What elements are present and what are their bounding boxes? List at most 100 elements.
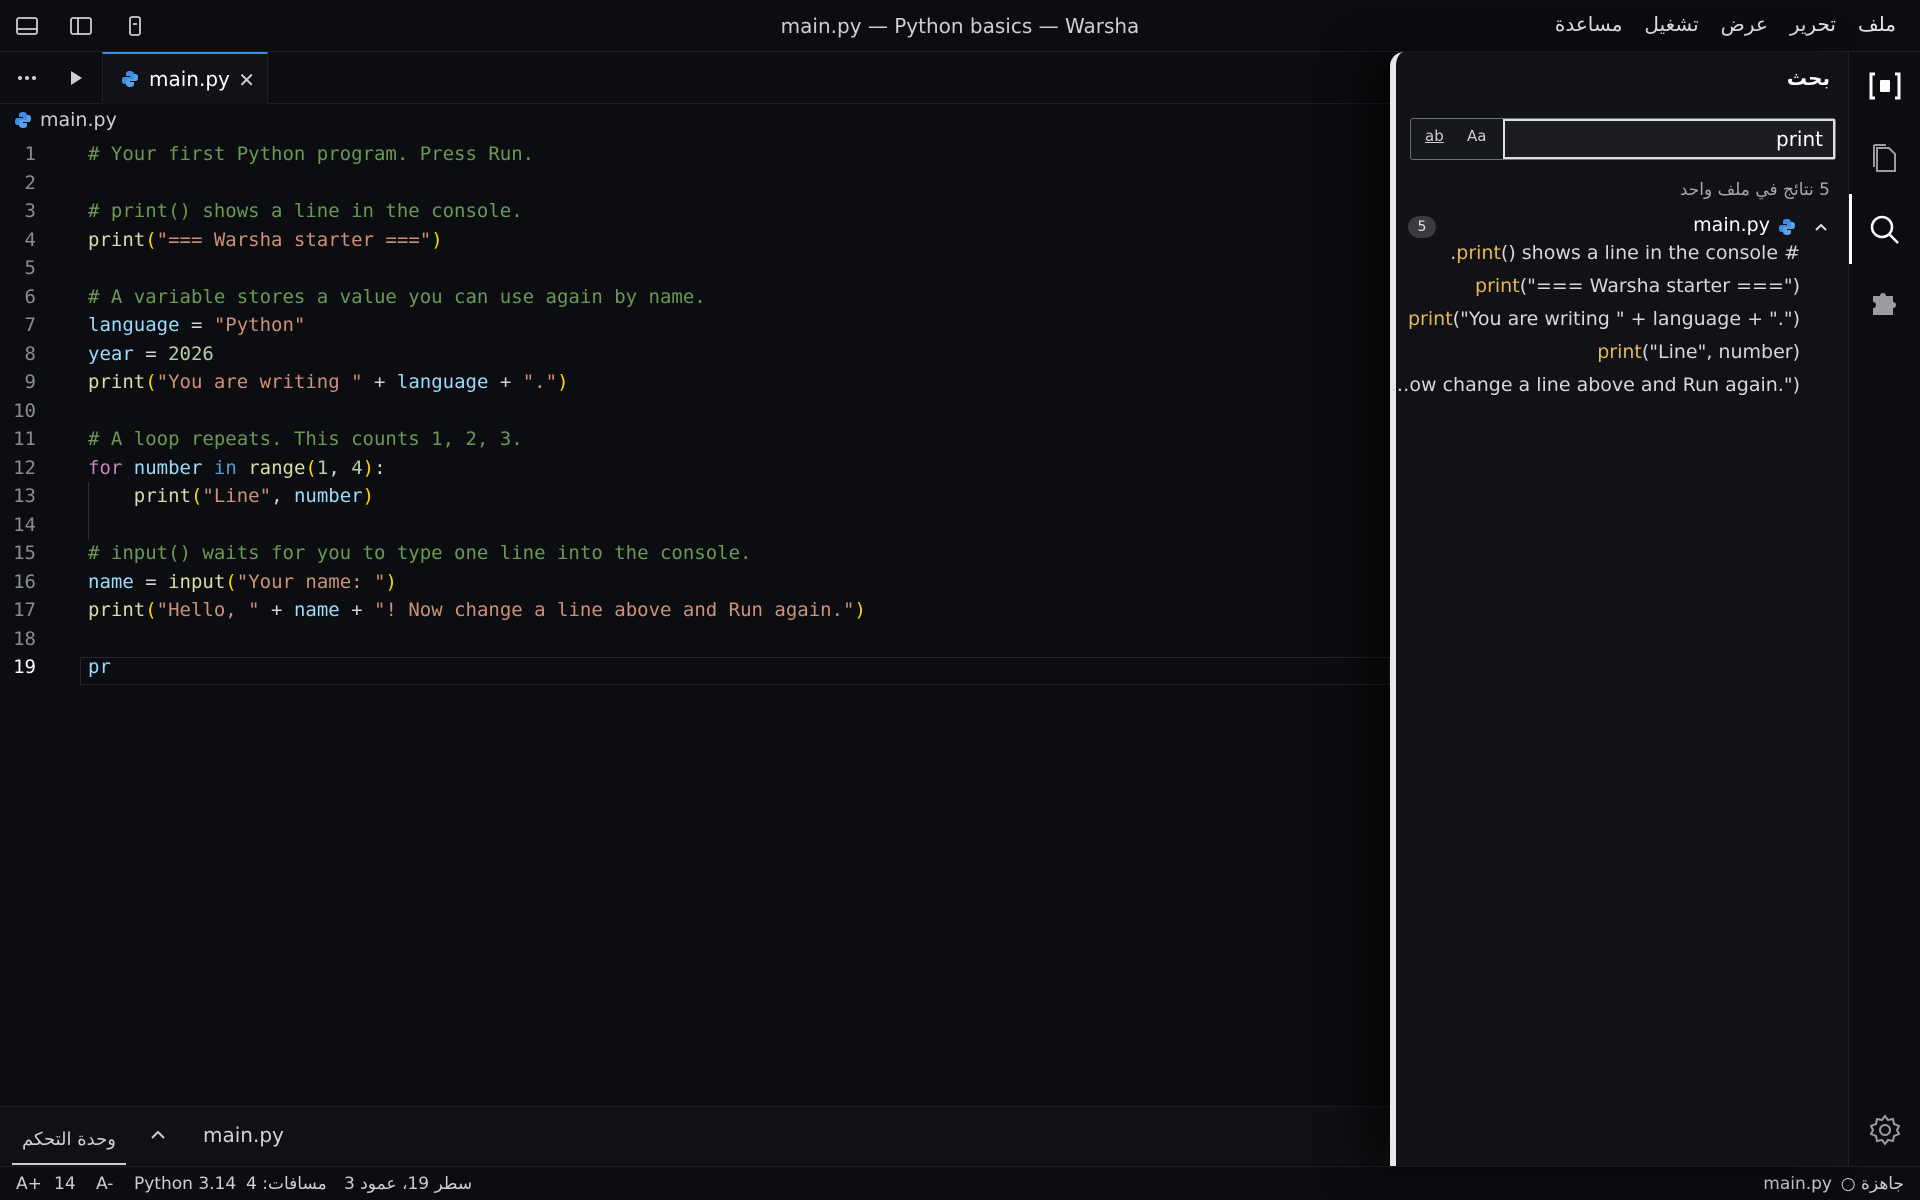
tab-main-py[interactable]: main.py ✕	[102, 52, 268, 104]
menu-help[interactable]: مساعدة	[1555, 12, 1623, 36]
result-match: print	[1597, 341, 1642, 363]
files-icon[interactable]	[1867, 140, 1903, 176]
code-line[interactable]: 13 print("Line", number)	[0, 482, 1390, 511]
warsha-logo-icon[interactable]	[1867, 68, 1903, 104]
font-decrease-button[interactable]: A-	[96, 1174, 113, 1194]
code-line[interactable]: 11 # A loop repeats. This counts 1, 2, 3.	[0, 425, 1390, 454]
code-token: print	[88, 228, 146, 251]
bottom-panel-bar: وحدة التحكم main.py	[0, 1106, 1390, 1165]
whole-word-toggle[interactable]: ab	[1425, 127, 1444, 145]
cursor-position[interactable]: سطر 19، عمود 3	[344, 1174, 472, 1194]
menu-view[interactable]: عرض	[1721, 12, 1768, 36]
code-line[interactable]: 14	[0, 511, 1390, 540]
close-icon[interactable]: ✕	[238, 68, 255, 92]
tab-console[interactable]: وحدة التحكم	[12, 1121, 126, 1165]
python-file-icon	[15, 112, 31, 128]
code-token: # A loop repeats. This counts 1, 2, 3.	[88, 428, 523, 450]
code-line[interactable]: 6 # A variable stores a value you can use…	[0, 283, 1390, 312]
code-line[interactable]: 7 language = "Python"	[0, 311, 1390, 340]
search-result-item[interactable]: …ow change a line above and Run again.")	[1390, 374, 1800, 396]
language-indicator[interactable]: Python 3.14	[134, 1174, 236, 1194]
code-token: "Your name: "	[236, 570, 386, 593]
code-token: # print() shows a line in the console.	[88, 200, 523, 222]
search-input[interactable]	[1503, 119, 1835, 159]
breadcrumb-file[interactable]: main.py	[40, 109, 117, 131]
result-file-row[interactable]: 5 main.py	[1408, 212, 1834, 242]
search-title: بحث	[1786, 66, 1830, 90]
code-line[interactable]: 9 print("You are writing " + language + "…	[0, 368, 1390, 397]
code-token: # input() waits for you to type one line…	[88, 542, 752, 564]
result-context: ow change a line above and Run again.")	[1409, 374, 1800, 396]
code-line[interactable]: 19 pr	[0, 653, 1390, 682]
line-number: 8	[24, 342, 36, 365]
code-line[interactable]: 1 # Your first Python program. Press Run.	[0, 140, 1390, 169]
code-token: (	[305, 456, 317, 479]
code-line[interactable]: 5	[0, 254, 1390, 283]
line-text: pr	[88, 653, 111, 682]
result-context: () shows a line in the console #	[1500, 242, 1800, 264]
search-panel: بحث ab Aa 5 نتائج في ملف واحد 5 main.py …	[1390, 52, 1848, 1166]
line-number: 7	[24, 314, 36, 336]
chevron-up-icon[interactable]	[1812, 218, 1830, 236]
font-increase-button[interactable]: A+	[16, 1174, 42, 1194]
code-line[interactable]: 12 for number in range(1, 4):	[0, 454, 1390, 483]
search-result-item[interactable]: print("You are writing " + language + ".…	[1408, 308, 1800, 330]
code-token: (	[145, 371, 157, 393]
menu-edit[interactable]: تحرير	[1790, 12, 1836, 36]
code-editor[interactable]: 1 # Your first Python program. Press Run.…	[0, 140, 1390, 682]
run-icon[interactable]	[66, 68, 86, 88]
code-line[interactable]: 2	[0, 169, 1390, 198]
menu-bar: ملف تحرير عرض تشغيل مساعدة	[1555, 12, 1896, 36]
menu-run[interactable]: تشغيل	[1644, 12, 1698, 36]
code-token: for	[88, 456, 123, 479]
code-line[interactable]: 15 # input() waits for you to type one li…	[0, 539, 1390, 568]
search-result-item[interactable]: print("Line", number)	[1597, 341, 1800, 363]
line-number: 5	[24, 257, 36, 279]
code-token: 4	[351, 456, 363, 479]
code-token: year	[88, 342, 134, 365]
match-case-toggle[interactable]: Aa	[1467, 127, 1486, 145]
code-line[interactable]: 3 # print() shows a line in the console.	[0, 197, 1390, 226]
code-token: =	[179, 314, 214, 336]
code-token: pr	[88, 656, 111, 678]
search-result-item[interactable]: print("=== Warsha starter ===")	[1475, 275, 1800, 297]
line-text: # print() shows a line in the console.	[88, 197, 523, 226]
panel-file-label[interactable]: main.py	[203, 1123, 284, 1147]
result-context: ("=== Warsha starter ===")	[1519, 275, 1800, 297]
code-line[interactable]: 4 print("=== Warsha starter ===")	[0, 226, 1390, 255]
menu-file[interactable]: ملف	[1858, 12, 1896, 36]
line-number: 19	[13, 656, 36, 678]
search-result-item[interactable]: .print() shows a line in the console #	[1450, 242, 1800, 264]
editor-tab-bar: main.py ✕	[0, 52, 1390, 104]
code-token: "Hello, "	[156, 599, 260, 621]
line-text: # A variable stores a value you can use …	[88, 283, 706, 312]
code-token: "."	[522, 371, 558, 393]
code-line[interactable]: 16 name = input("Your name: ")	[0, 568, 1390, 597]
code-line[interactable]: 8 year = 2026	[0, 340, 1390, 369]
search-summary: 5 نتائج في ملف واحد	[1679, 180, 1830, 200]
more-actions-icon[interactable]	[14, 68, 40, 88]
code-token: )	[362, 456, 375, 479]
indent-indicator[interactable]: مسافات: 4	[246, 1174, 327, 1194]
line-number: 6	[24, 285, 36, 308]
title-bar: main.py — Python basics — Warsha ملف تحر…	[0, 0, 1920, 52]
extensions-icon[interactable]	[1867, 284, 1903, 320]
code-token: ,	[271, 485, 294, 507]
code-line[interactable]: 10	[0, 397, 1390, 426]
code-token: "Python"	[213, 314, 306, 336]
activity-bar	[1848, 52, 1920, 1166]
line-number: 12	[13, 456, 36, 479]
code-line[interactable]: 18	[0, 625, 1390, 654]
chevron-up-icon[interactable]	[148, 1125, 168, 1145]
code-token: +	[362, 371, 397, 393]
settings-gear-icon[interactable]	[1867, 1112, 1903, 1148]
search-box: ab Aa	[1410, 118, 1836, 160]
line-text: # A loop repeats. This counts 1, 2, 3.	[88, 425, 523, 454]
search-icon[interactable]	[1867, 212, 1903, 248]
code-line[interactable]: 17 print("Hello, " + name + "! Now change…	[0, 596, 1390, 625]
result-match: print	[1456, 242, 1501, 264]
